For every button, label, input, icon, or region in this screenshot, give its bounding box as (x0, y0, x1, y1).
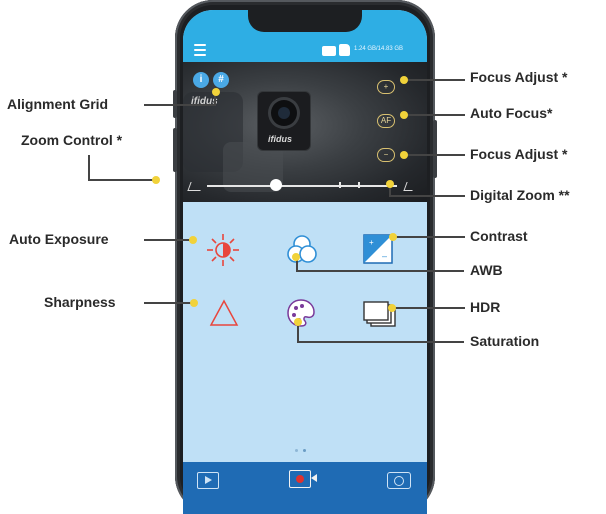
callout-dot (388, 304, 396, 312)
image-controls-panel: + – (183, 202, 427, 467)
camera-brand: ifidus (268, 134, 292, 144)
storage-status: 1.24 GB/14.83 GB (354, 46, 404, 52)
callout-dot (400, 111, 408, 119)
callout-line (88, 179, 156, 181)
digital-zoom-slider[interactable] (207, 185, 397, 187)
digital-zoom-thumb[interactable] (270, 179, 282, 191)
phone-side-button (433, 120, 437, 178)
page-dot (295, 449, 298, 452)
callout-line (296, 270, 464, 272)
callout-line (88, 155, 90, 180)
callout-line (144, 302, 194, 304)
menu-icon[interactable] (194, 44, 208, 58)
callout-focus-adjust-bottom: Focus Adjust * (470, 146, 568, 162)
callout-dot (389, 233, 397, 241)
sharpness-icon[interactable] (209, 298, 239, 328)
callout-auto-exposure: Auto Exposure (9, 231, 109, 247)
callout-dot (400, 151, 408, 159)
svg-text:–: – (382, 251, 387, 261)
zoom-in-icon[interactable] (403, 182, 416, 191)
callout-dot (152, 176, 160, 184)
callout-awb: AWB (470, 262, 503, 278)
bottom-bar (183, 462, 427, 514)
svg-text:+: + (369, 238, 374, 247)
grid-icon[interactable]: # (213, 72, 229, 88)
callout-line (393, 236, 465, 238)
info-icon[interactable]: i (193, 72, 209, 88)
callout-contrast: Contrast (470, 228, 528, 244)
zoom-out-icon[interactable] (187, 182, 204, 191)
callout-dot (189, 236, 197, 244)
callout-line (297, 341, 464, 343)
camera-icon[interactable] (387, 472, 411, 489)
sd-card-icon (339, 44, 350, 56)
callout-dot (294, 318, 302, 326)
callout-zoom-control: Zoom Control * (21, 132, 123, 148)
focus-plus-button[interactable]: + (377, 80, 395, 94)
camera-lens (271, 100, 297, 126)
phone-notch (248, 10, 362, 32)
slider-tick (339, 182, 341, 188)
record-icon[interactable] (289, 470, 311, 488)
callout-line (144, 239, 194, 241)
callout-alignment-grid: Alignment Grid (7, 96, 109, 112)
app-screen: 1.24 GB/14.83 GB i # ifidus + AF − ifidu… (183, 10, 427, 514)
callout-digital-zoom: Digital Zoom ** (470, 187, 570, 203)
callout-line (392, 307, 465, 309)
phone-side-button (173, 128, 177, 172)
callout-dot (190, 299, 198, 307)
callout-dot (400, 76, 408, 84)
awb-icon[interactable] (284, 232, 320, 268)
exposure-icon[interactable] (205, 232, 241, 268)
callout-sharpness: Sharpness (44, 294, 116, 310)
callout-line (403, 79, 465, 81)
play-icon[interactable] (197, 472, 219, 489)
callout-saturation: Saturation (470, 333, 540, 349)
callout-dot (212, 88, 220, 96)
callout-line (403, 114, 465, 116)
callout-hdr: HDR (470, 299, 501, 315)
record-icon-lens (311, 474, 317, 482)
battery-icon (322, 46, 336, 56)
callout-dot (386, 180, 394, 188)
callout-line (403, 154, 465, 156)
page-dot (303, 449, 306, 452)
callout-dot (292, 253, 300, 261)
callout-line (389, 195, 465, 197)
focus-minus-button[interactable]: − (377, 148, 395, 162)
camera-device: ifidus (258, 92, 310, 150)
callout-focus-adjust-top: Focus Adjust * (470, 69, 568, 85)
callout-auto-focus: Auto Focus* (470, 105, 553, 121)
slider-tick (358, 182, 360, 188)
auto-focus-button[interactable]: AF (377, 114, 395, 128)
callout-line (144, 104, 214, 106)
